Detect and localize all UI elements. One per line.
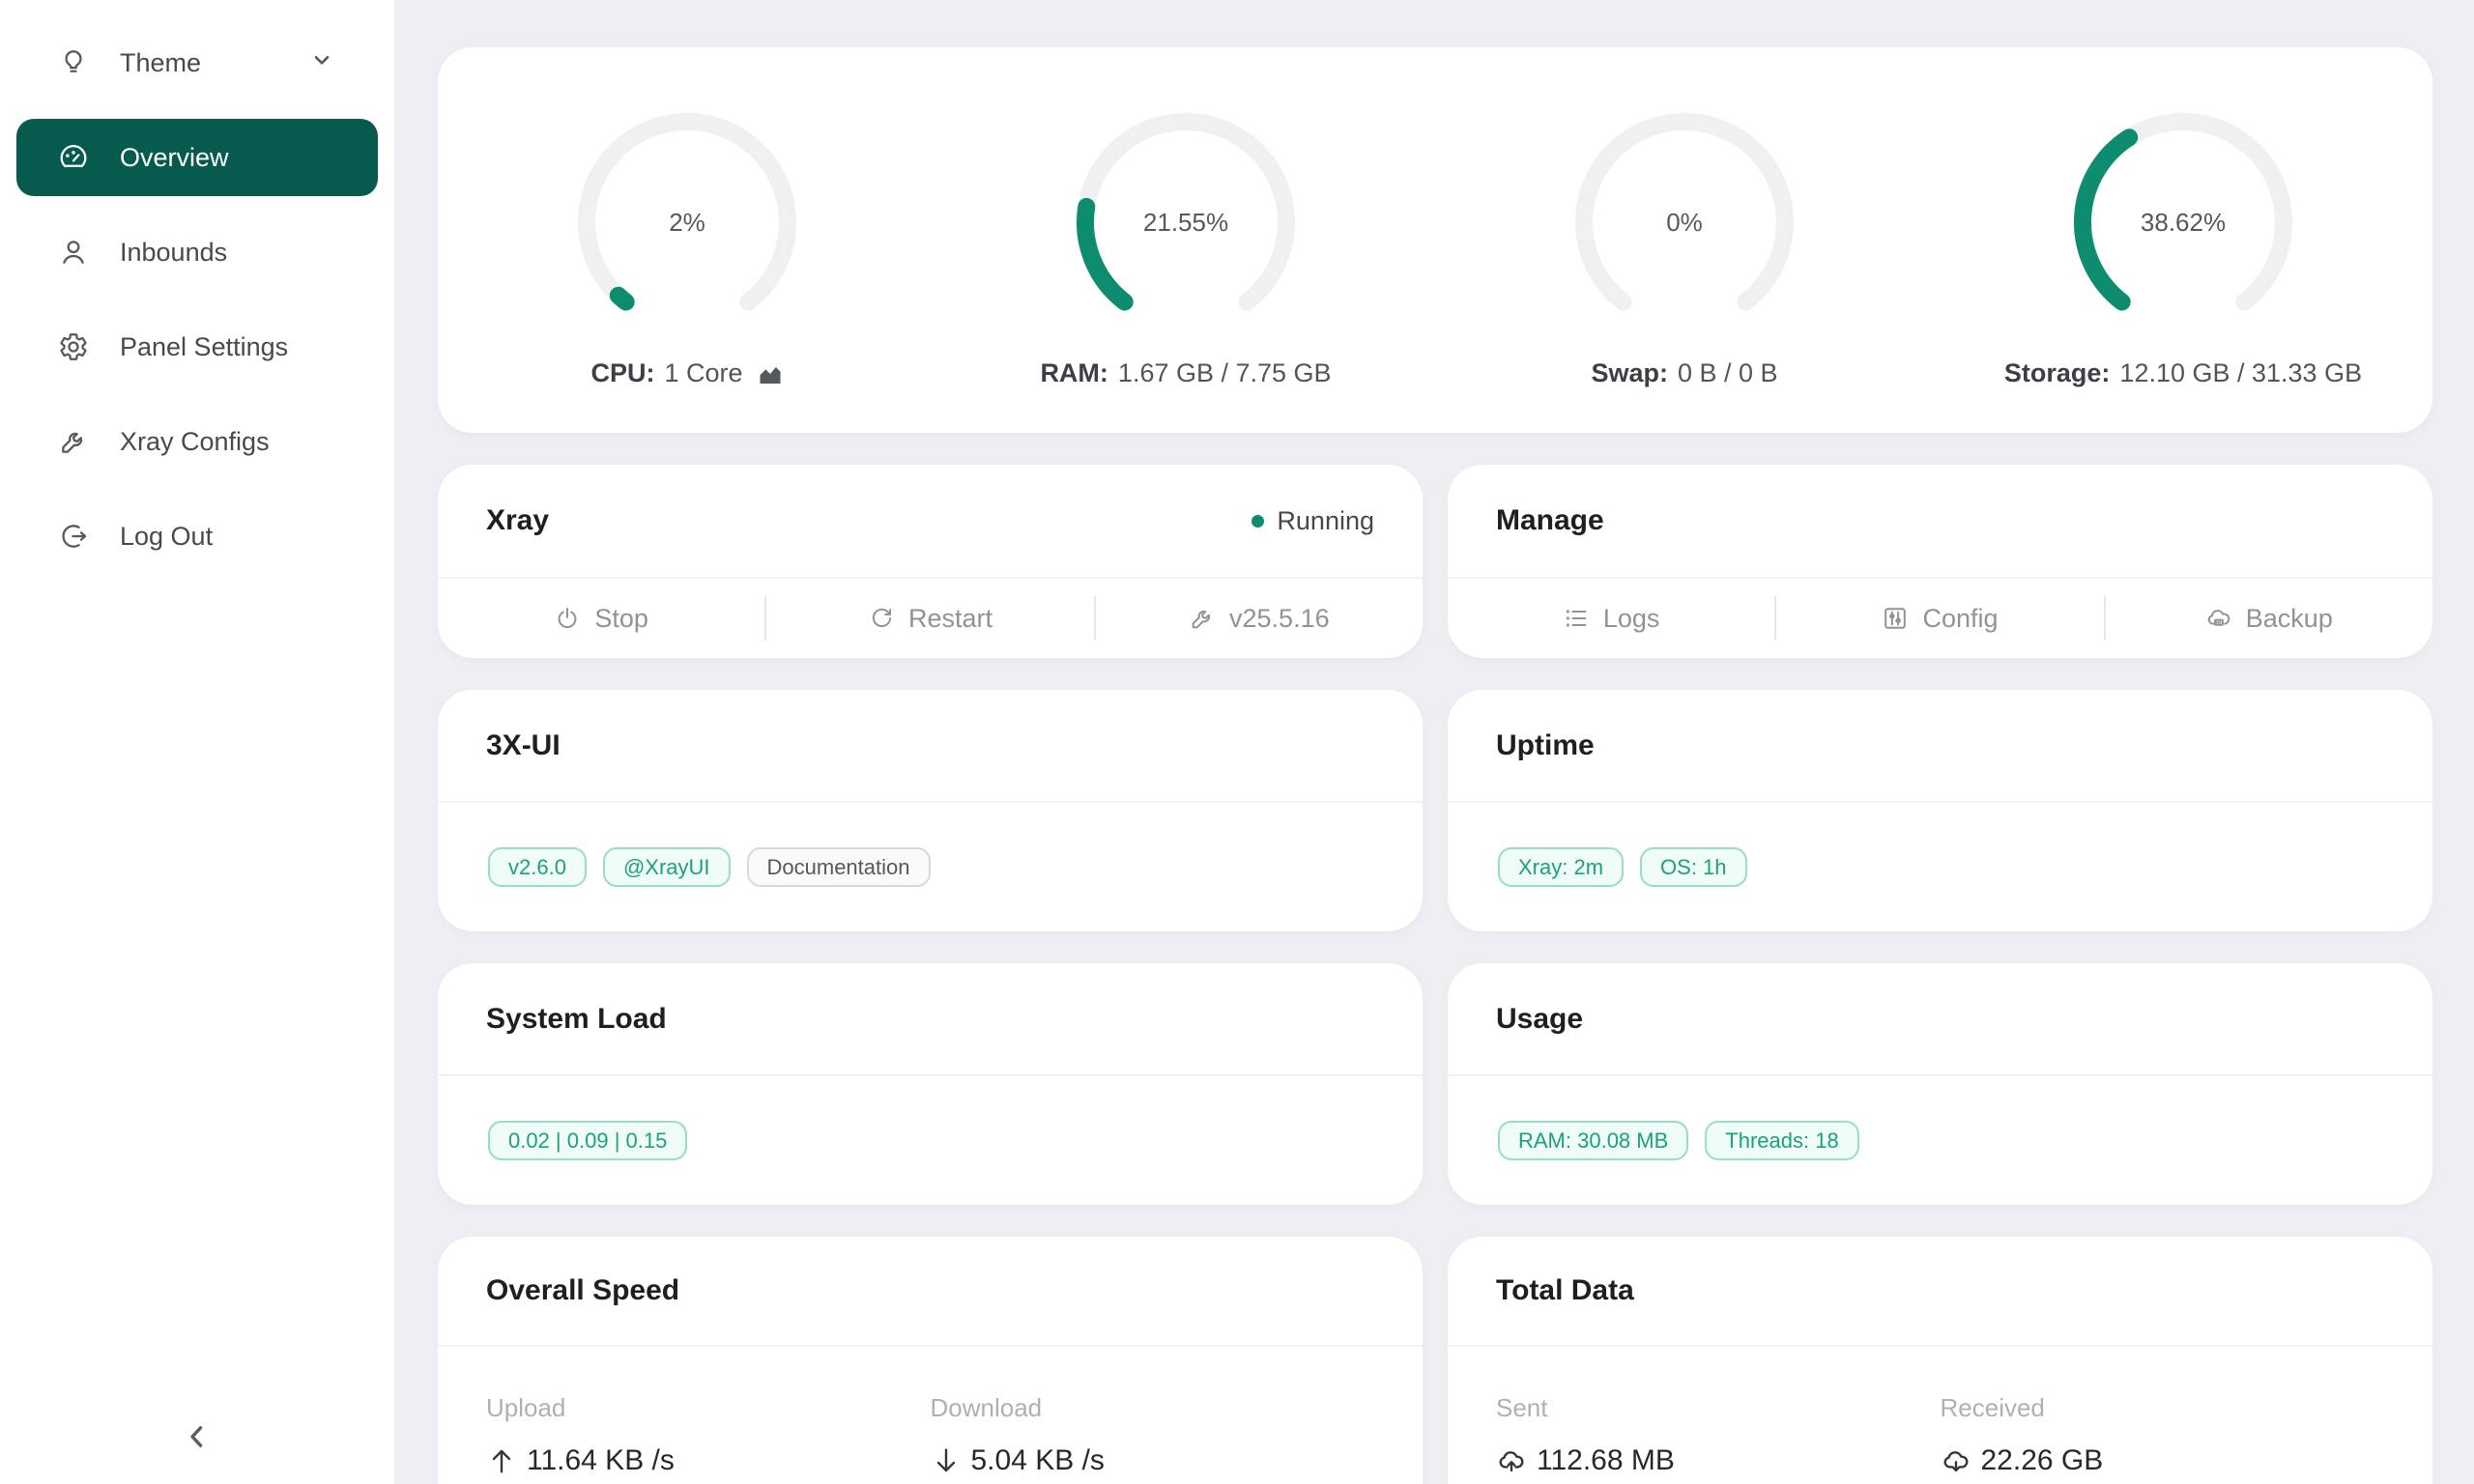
threads-tag: Threads: 18: [1705, 1121, 1858, 1160]
cpu-percent: 2%: [566, 101, 808, 343]
arrow-up-icon: [486, 1445, 517, 1476]
status-dot-icon: [1251, 515, 1264, 528]
system-load-card: System Load 0.02 | 0.09 | 0.15: [438, 963, 1423, 1205]
sidebar-item-label: Xray Configs: [120, 427, 334, 457]
download-stat: Download 5.04 KB /s: [931, 1364, 1375, 1484]
config-button[interactable]: Config: [1776, 579, 2103, 658]
threexui-card-title: 3X-UI: [486, 729, 561, 762]
total-data-stats: Sent 112.68 MB Received 22.26 GB: [1448, 1347, 2432, 1484]
documentation-link-tag[interactable]: Documentation: [747, 847, 931, 887]
restart-button[interactable]: Restart: [766, 579, 1093, 658]
xray-version-button[interactable]: v25.5.16: [1096, 579, 1423, 658]
usage-card: Usage RAM: 30.08 MB Threads: 18: [1448, 963, 2432, 1205]
uptime-tags: Xray: 2m OS: 1h: [1448, 803, 2432, 931]
system-load-card-title: System Load: [486, 1003, 667, 1036]
swap-label: Swap: 0 B / 0 B: [1591, 358, 1777, 388]
list-icon: [1563, 605, 1590, 632]
overall-speed-card-title: Overall Speed: [486, 1274, 679, 1307]
sidebar: Theme Overview Inbounds Panel Settings: [0, 0, 394, 1484]
sidebar-item-logout[interactable]: Log Out: [16, 498, 378, 575]
area-chart-icon[interactable]: [753, 360, 784, 387]
total-data-card: Total Data Sent 112.68 MB Received 22.26…: [1448, 1237, 2432, 1484]
ram-gauge: 21.55% RAM: 1.67 GB / 7.75 GB: [936, 101, 1435, 433]
sidebar-item-theme[interactable]: Theme: [16, 24, 378, 101]
swap-gauge: 0% Swap: 0 B / 0 B: [1435, 101, 1934, 433]
overall-speed-card: Overall Speed Upload 11.64 KB /s Downloa…: [438, 1237, 1423, 1484]
usage-card-title: Usage: [1496, 1003, 1583, 1036]
sidebar-item-inbounds[interactable]: Inbounds: [16, 214, 378, 291]
sidebar-item-xray-configs[interactable]: Xray Configs: [16, 403, 378, 480]
xray-actions: Stop Restart v25.5.16: [438, 579, 1423, 658]
cloud-server-icon: [2205, 605, 2232, 632]
wrench-icon: [1189, 605, 1216, 632]
overall-speed-stats: Upload 11.64 KB /s Download 5.04 KB /s: [438, 1347, 1423, 1484]
logs-button[interactable]: Logs: [1448, 579, 1774, 658]
uptime-card: Uptime Xray: 2m OS: 1h: [1448, 690, 2432, 931]
system-gauges-card: 2% CPU: 1 Core 21.55% RAM: 1.67 GB / 7.7…: [438, 47, 2432, 433]
chevron-left-icon: [181, 1420, 214, 1456]
status-text: Running: [1277, 506, 1374, 536]
manage-card: Manage Logs Config Backup: [1448, 465, 2432, 658]
storage-percent: 38.62%: [2062, 101, 2304, 343]
xray-card: Xray Running Stop Restart: [438, 465, 1423, 658]
threexui-card: 3X-UI v2.6.0 @XrayUI Documentation: [438, 690, 1423, 931]
sidebar-item-label: Inbounds: [120, 238, 334, 268]
cpu-label: CPU: 1 Core: [590, 358, 783, 388]
logout-icon: [58, 521, 89, 552]
cloud-upload-icon: [1496, 1445, 1527, 1476]
version-tag[interactable]: v2.6.0: [488, 847, 587, 887]
storage-gauge: 38.62% Storage: 12.10 GB / 31.33 GB: [1934, 101, 2432, 433]
system-load-tags: 0.02 | 0.09 | 0.15: [438, 1076, 1423, 1205]
manage-card-title: Manage: [1496, 504, 1604, 537]
os-uptime-tag: OS: 1h: [1640, 847, 1746, 887]
power-icon: [554, 605, 581, 632]
gear-icon: [58, 331, 89, 362]
swap-percent: 0%: [1564, 101, 1805, 343]
sidebar-item-panel-settings[interactable]: Panel Settings: [16, 308, 378, 385]
sidebar-item-label: Overview: [120, 143, 334, 173]
user-icon: [58, 237, 89, 268]
dashboard-icon: [58, 142, 89, 173]
threexui-tags: v2.6.0 @XrayUI Documentation: [438, 803, 1423, 931]
load-average-tag: 0.02 | 0.09 | 0.15: [488, 1121, 687, 1160]
reload-icon: [868, 605, 895, 632]
cloud-download-icon: [1941, 1445, 1971, 1476]
sidebar-collapse-button[interactable]: [0, 1409, 394, 1467]
sidebar-nav: Theme Overview Inbounds Panel Settings: [0, 0, 394, 575]
storage-label: Storage: 12.10 GB / 31.33 GB: [2004, 358, 2362, 388]
wrench-icon: [58, 426, 89, 457]
upload-stat: Upload 11.64 KB /s: [486, 1364, 931, 1484]
sidebar-item-label: Theme: [120, 48, 278, 78]
stop-button[interactable]: Stop: [438, 579, 764, 658]
received-stat: Received 22.26 GB: [1941, 1364, 2385, 1484]
lightbulb-icon: [58, 47, 89, 78]
ram-percent: 21.55%: [1065, 101, 1307, 343]
total-data-card-title: Total Data: [1496, 1274, 1634, 1307]
xrayui-link-tag[interactable]: @XrayUI: [603, 847, 731, 887]
ram-usage-tag: RAM: 30.08 MB: [1498, 1121, 1688, 1160]
arrow-down-icon: [931, 1445, 962, 1476]
main-content: 2% CPU: 1 Core 21.55% RAM: 1.67 GB / 7.7…: [394, 0, 2474, 1484]
sidebar-item-label: Panel Settings: [120, 332, 334, 362]
xray-uptime-tag: Xray: 2m: [1498, 847, 1624, 887]
sent-stat: Sent 112.68 MB: [1496, 1364, 1941, 1484]
chevron-down-icon: [309, 47, 334, 79]
sidebar-item-label: Log Out: [120, 522, 334, 552]
uptime-card-title: Uptime: [1496, 729, 1595, 762]
usage-tags: RAM: 30.08 MB Threads: 18: [1448, 1076, 2432, 1205]
xray-status: Running: [1251, 506, 1374, 536]
sliders-icon: [1882, 605, 1909, 632]
xray-card-title: Xray: [486, 504, 549, 537]
manage-actions: Logs Config Backup: [1448, 579, 2432, 658]
sidebar-item-overview[interactable]: Overview: [16, 119, 378, 196]
ram-label: RAM: 1.67 GB / 7.75 GB: [1040, 358, 1331, 388]
backup-button[interactable]: Backup: [2106, 579, 2432, 658]
cpu-gauge: 2% CPU: 1 Core: [438, 101, 936, 433]
